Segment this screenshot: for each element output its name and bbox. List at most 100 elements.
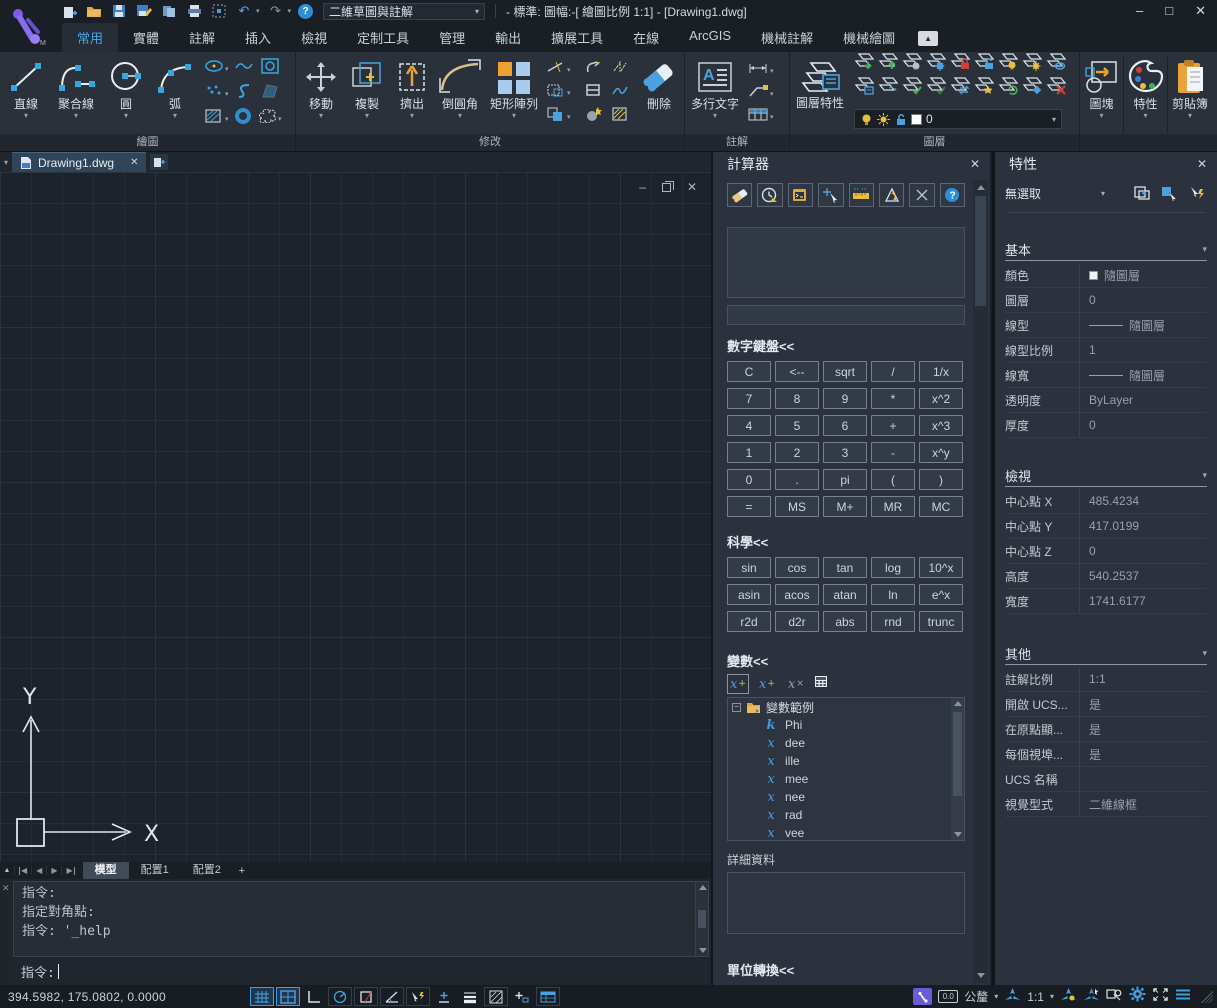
angle-snap-icon[interactable] [380, 987, 404, 1006]
calc-key-<--[interactable]: <-- [775, 361, 819, 382]
help-icon[interactable]: ? [298, 4, 313, 19]
calculator-input[interactable] [727, 305, 965, 325]
calc-key-2[interactable]: 2 [775, 442, 819, 463]
property-value[interactable]: 0 [1089, 293, 1096, 307]
calc-key-e^x[interactable]: e^x [919, 584, 963, 605]
layout-tab-2[interactable]: 配置1 [129, 862, 181, 879]
unit-label[interactable]: 公釐 [964, 988, 988, 1005]
layout-tab-1[interactable]: 模型 [83, 862, 129, 879]
details-box[interactable] [727, 872, 965, 934]
fullscreen-icon[interactable] [1152, 987, 1169, 1007]
properties-titlebar[interactable]: 特性 ✕ [995, 152, 1217, 176]
trim-icon[interactable] [546, 60, 566, 79]
redo-caret-icon[interactable]: ▾ [288, 7, 292, 15]
ribbon-tab-7[interactable]: 管理 [424, 23, 480, 52]
property-value[interactable]: 0 [1089, 418, 1096, 432]
annotation-visibility-icon[interactable] [1004, 987, 1021, 1007]
group-label-draw[interactable]: 繪圖 [0, 134, 295, 151]
ribbon-tab-11[interactable]: ArcGIS [674, 23, 746, 52]
quick-properties-icon[interactable] [536, 987, 560, 1006]
scientific-section-label[interactable]: 科學<< [727, 532, 965, 551]
tree-scrollbar[interactable] [951, 698, 964, 840]
object-snap-icon[interactable] [354, 987, 378, 1006]
units-section-label[interactable]: 單位轉換<< [727, 960, 965, 979]
print-icon[interactable] [185, 3, 203, 19]
variables-tree[interactable]: − 變數範例 kPhixdeexillexmeexneexradxvee [727, 697, 965, 841]
layer-bulb-on-icon[interactable] [997, 52, 1019, 77]
expand-command-icon[interactable]: ▲ [0, 867, 14, 874]
properties-close-icon[interactable]: ✕ [1197, 157, 1207, 171]
close-tab-icon[interactable]: ✕ [130, 157, 138, 168]
layer-unlock-icon[interactable] [973, 52, 995, 77]
properties-section-header[interactable]: 其他▾ [1005, 643, 1207, 665]
doc-list-chevron-icon[interactable]: ▾ [0, 158, 12, 167]
layer-select[interactable]: 0 ▾ [854, 109, 1062, 129]
calc-key-pi[interactable]: pi [823, 469, 867, 490]
layer-isolate-icon[interactable] [901, 52, 923, 77]
scale-chevron-icon[interactable]: ▾ [1050, 992, 1054, 1001]
delete-variable-icon[interactable]: x× [785, 674, 807, 694]
block-panel-button[interactable]: 圖塊▾ [1080, 55, 1124, 133]
dynamic-ucs-icon[interactable] [432, 987, 456, 1006]
app-logo-icon[interactable]: M [0, 0, 56, 52]
ribbon-tab-6[interactable]: 定制工具 [342, 23, 424, 52]
calc-key-.[interactable]: . [775, 469, 819, 490]
calc-key-6[interactable]: 6 [823, 415, 867, 436]
hatch-edit-icon[interactable] [611, 106, 629, 127]
calc-key-=[interactable]: = [727, 496, 771, 517]
calculator-grid-icon[interactable] [814, 675, 828, 693]
property-value[interactable]: 隨圖層 [1089, 367, 1165, 384]
calc-key-7[interactable]: 7 [727, 388, 771, 409]
calc-key-8[interactable]: 8 [775, 388, 819, 409]
ribbon-tab-2[interactable]: 實體 [118, 23, 174, 52]
calc-close-function-icon[interactable] [909, 183, 934, 207]
gear-icon[interactable] [1129, 986, 1146, 1007]
collapse-node-icon[interactable]: − [732, 703, 741, 712]
clear-icon[interactable] [727, 183, 752, 207]
property-value[interactable]: 是 [1089, 696, 1101, 713]
edit-variable-icon[interactable]: x+ [756, 674, 778, 694]
preview-icon[interactable] [210, 3, 228, 19]
calc-key-0[interactable]: 0 [727, 469, 771, 490]
doc-minimize-button[interactable]: – [639, 180, 646, 194]
next-layout-button[interactable]: ▶ [46, 866, 61, 875]
layer-restore-icon[interactable] [997, 76, 1019, 101]
layer-freeze-icon[interactable] [925, 52, 947, 77]
copy-button[interactable]: 複製▾ [344, 55, 390, 133]
layer-walk-icon[interactable] [877, 76, 899, 101]
layer-visibility-icon[interactable] [1045, 52, 1067, 77]
calc-key-x^3[interactable]: x^3 [919, 415, 963, 436]
document-tab[interactable]: Drawing1.dwg ✕ [12, 152, 146, 172]
ribbon-tab-9[interactable]: 擴展工具 [536, 23, 618, 52]
measure-distance-icon[interactable] [849, 183, 874, 207]
measure-angle-icon[interactable] [879, 183, 904, 207]
quick-select-icon[interactable] [1131, 183, 1153, 203]
dimension-icon[interactable] [747, 61, 769, 80]
explode-icon[interactable] [584, 106, 602, 127]
calc-key-/[interactable]: / [871, 361, 915, 382]
resize-grip[interactable] [1201, 991, 1213, 1003]
layer-new-icon[interactable] [973, 76, 995, 101]
dynamic-input-icon[interactable] [406, 987, 430, 1006]
drawing-canvas[interactable]: – ✕ Y X [0, 172, 711, 862]
layer-delete-icon[interactable] [1045, 76, 1067, 101]
property-value[interactable]: 是 [1089, 721, 1101, 738]
selection-dropdown[interactable]: 無選取 ▾ [1005, 180, 1207, 206]
ortho-mode-icon[interactable] [302, 987, 326, 1006]
variables-section-label[interactable]: 變數<< [727, 651, 965, 670]
donut-icon[interactable] [234, 108, 252, 129]
polar-tracking-icon[interactable] [328, 987, 352, 1006]
layer-match-icon[interactable] [853, 76, 875, 101]
ribbon-collapse-button[interactable]: ▲ [918, 31, 938, 46]
properties-section-header[interactable]: 檢視▾ [1005, 465, 1207, 487]
variable-item[interactable]: xrad [728, 806, 964, 824]
move-button[interactable]: 移動▾ [298, 55, 344, 133]
layer-off-icon[interactable] [853, 52, 875, 77]
autoscale-icon[interactable] [1060, 987, 1077, 1007]
numpad-section-label[interactable]: 數字鍵盤<< [727, 336, 965, 355]
paste-to-command-icon[interactable] [788, 183, 813, 207]
close-button[interactable]: ✕ [1184, 0, 1217, 22]
doc-close-button[interactable]: ✕ [687, 180, 697, 194]
property-value[interactable]: 隨圖層 [1089, 267, 1140, 284]
property-value[interactable]: 417.0199 [1089, 519, 1139, 533]
